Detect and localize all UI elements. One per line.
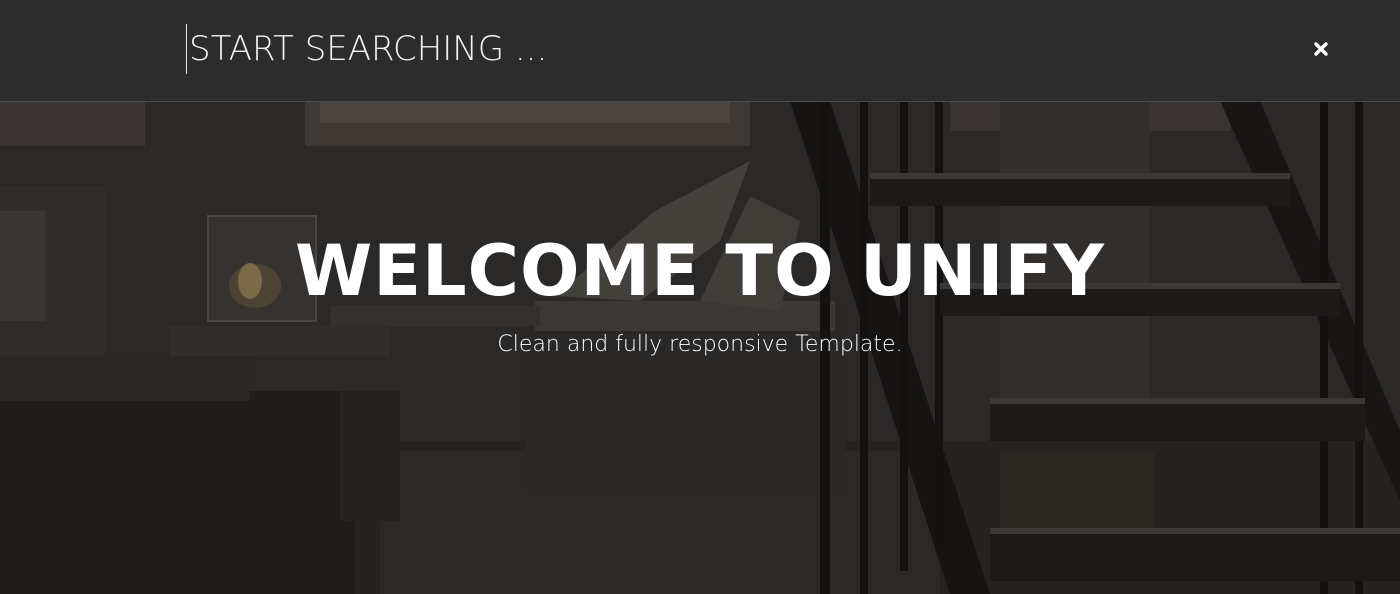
close-icon [1314, 42, 1328, 56]
search-bar [0, 0, 1400, 102]
close-button[interactable] [1306, 34, 1336, 64]
hero-section: WELCOME TO UNIFY Clean and fully respons… [0, 101, 1400, 594]
hero-subtitle: Clean and fully responsive Template. [497, 332, 903, 357]
page: WELCOME TO UNIFY Clean and fully respons… [0, 0, 1400, 594]
search-input[interactable] [186, 24, 1269, 74]
hero-title: WELCOME TO UNIFY [295, 230, 1105, 312]
